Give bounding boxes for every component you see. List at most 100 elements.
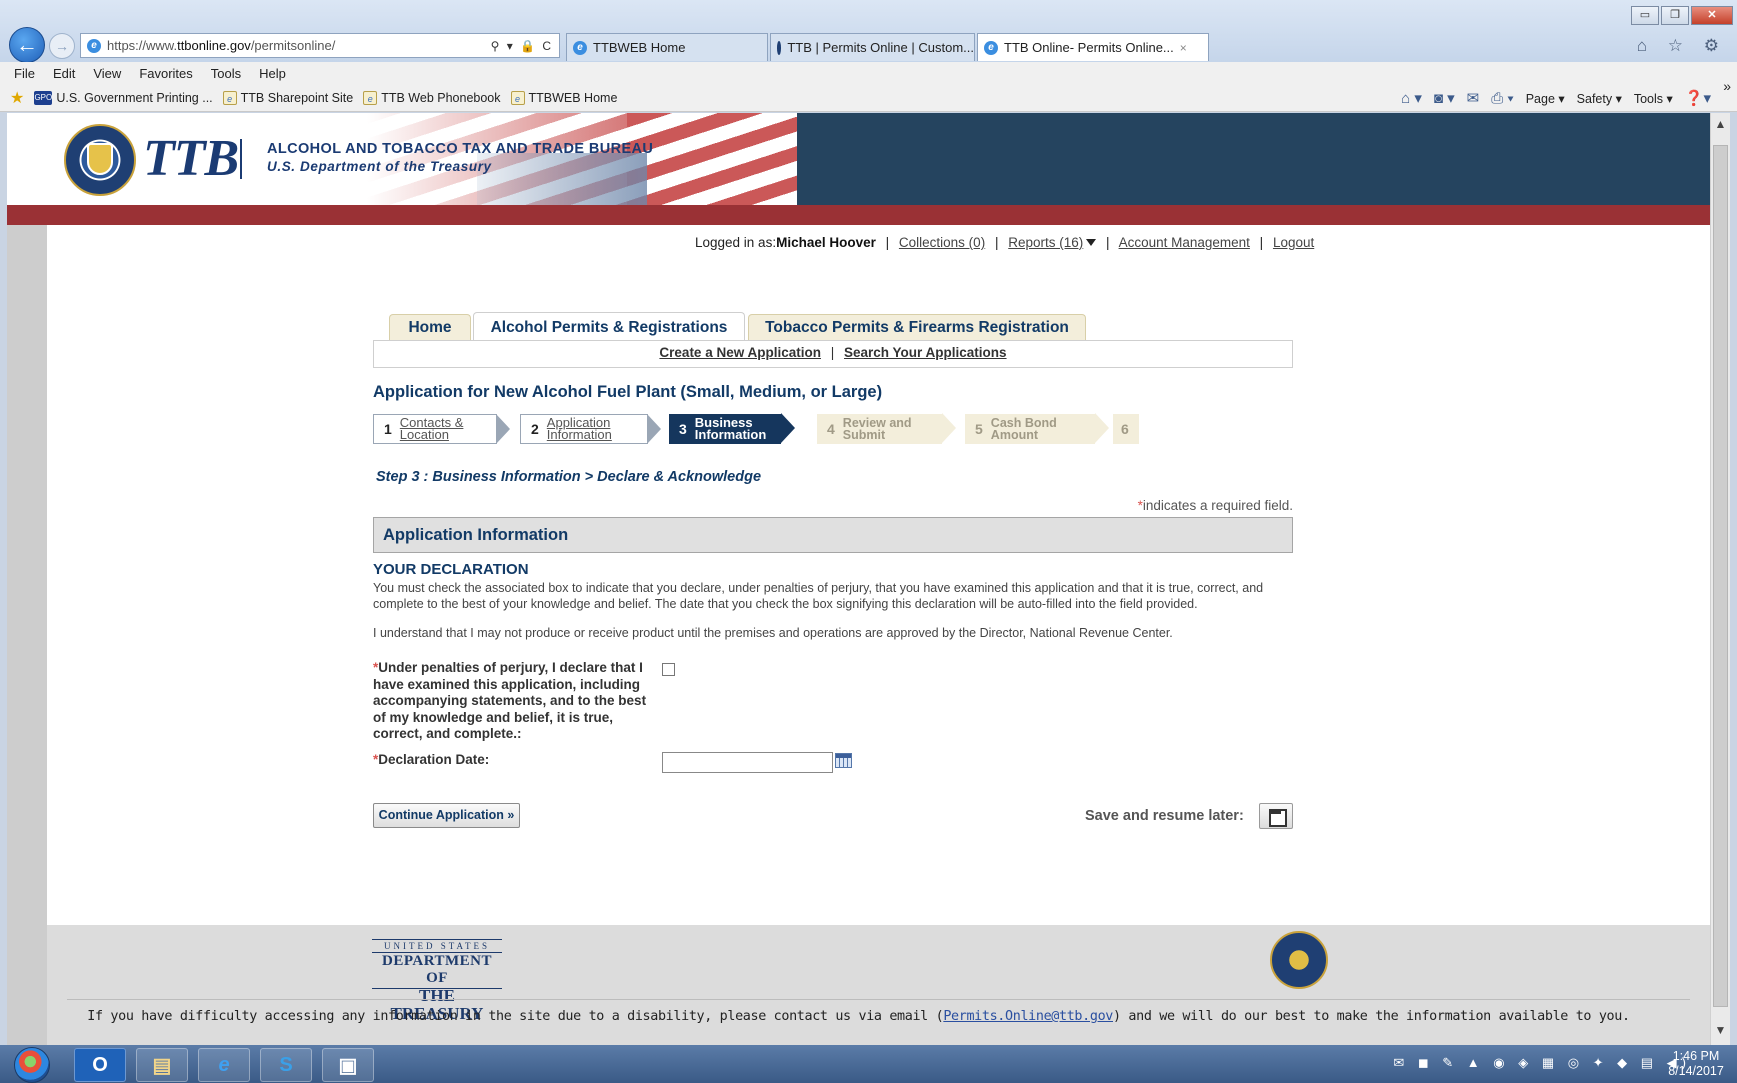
step-label: Contacts & Location — [399, 415, 464, 442]
chevron-up-icon[interactable]: ▲ — [1711, 117, 1730, 137]
menu-tools-command[interactable]: Tools ▾ — [1634, 91, 1673, 106]
step-6: 6 — [1113, 414, 1139, 444]
tab-tobacco-permits[interactable]: Tobacco Permits & Firearms Registration — [748, 314, 1086, 340]
feeds-icon[interactable]: ◙ ▾ — [1434, 89, 1455, 107]
favorite-ttb-phonebook[interactable]: e TTB Web Phonebook — [363, 90, 501, 105]
step-arrow — [1095, 413, 1109, 443]
step-number: 2 — [531, 421, 539, 437]
declaration-date-label: *Declaration Date: — [373, 752, 489, 769]
menu-safety[interactable]: Safety ▾ — [1577, 91, 1622, 106]
address-actions-icons[interactable]: ⚲ ▾ 🔒 C — [491, 39, 559, 53]
internet-explorer-taskbar-icon[interactable]: e — [198, 1048, 250, 1082]
favorites-star-icon[interactable]: ★ — [10, 88, 24, 108]
maximize-button[interactable]: ❐ — [1661, 6, 1689, 25]
tab-home[interactable]: Home — [389, 314, 471, 340]
outlook-taskbar-icon[interactable]: O — [74, 1048, 126, 1082]
separator: | — [994, 235, 999, 250]
step-2-application-information[interactable]: 2 Application Information — [520, 414, 661, 444]
menu-favorites[interactable]: Favorites — [139, 66, 192, 81]
system-clock[interactable]: 1:46 PM 8/14/2017 — [1661, 1049, 1731, 1079]
left-gutter — [7, 225, 47, 1045]
menu-view[interactable]: View — [93, 66, 121, 81]
window-controls: ▭ ❐ ✕ — [1631, 6, 1733, 25]
separator: | — [830, 345, 835, 360]
account-management-link[interactable]: Account Management — [1119, 235, 1250, 250]
tab-label: TTB Online- Permits Online... — [1004, 40, 1174, 55]
menu-help[interactable]: Help — [259, 66, 286, 81]
menu-file[interactable]: File — [14, 66, 35, 81]
page-footer — [47, 925, 1710, 1045]
ie-page-icon: e — [510, 90, 525, 105]
step-arrow — [781, 413, 795, 443]
minimize-button[interactable]: ▭ — [1631, 6, 1659, 25]
favorite-ttbweb-home[interactable]: e TTBWEB Home — [510, 90, 617, 105]
menu-tools[interactable]: Tools — [211, 66, 241, 81]
arrow-left-icon: ← — [16, 32, 38, 57]
file-explorer-taskbar-icon[interactable]: ▤ — [136, 1048, 188, 1082]
tab-ttbweb-home[interactable]: e TTBWEB Home — [566, 33, 768, 61]
email-link[interactable]: Permits.Online@ttb.gov — [943, 1009, 1113, 1024]
back-button[interactable]: ← — [9, 27, 45, 63]
print-icon[interactable]: ⎙ ▾ — [1491, 90, 1513, 107]
home-favorites-settings-icons[interactable]: ⌂ ☆ ⚙ — [1637, 36, 1727, 56]
treasury-logo[interactable]: UNITED STATES DEPARTMENT OF THE TREASURY — [372, 939, 502, 1023]
step-number: 4 — [827, 421, 835, 437]
department-name: U.S. Department of the Treasury — [267, 159, 492, 174]
step-arrow — [647, 414, 661, 444]
tab-ttb-permits-custom[interactable]: TTB | Permits Online | Custom... — [770, 33, 975, 61]
reports-link[interactable]: Reports (16) — [1008, 235, 1083, 250]
calendar-icon[interactable] — [835, 753, 852, 768]
step-3-business-information: 3 Business Information — [669, 413, 795, 444]
app-window-taskbar-icon[interactable]: ▣ — [322, 1048, 374, 1082]
menu-edit[interactable]: Edit — [53, 66, 75, 81]
vertical-scrollbar[interactable]: ▲ ▼ — [1710, 113, 1730, 1045]
ie-tab-icon: e — [573, 40, 587, 55]
home-icon[interactable]: ⌂ ▾ — [1401, 89, 1422, 107]
system-tray-icons[interactable]: ✉ ◼ ✎ ▲ ◉ ◈ ▦ ◎ ✦ ◆ ▤ ◀) — [1393, 1055, 1691, 1071]
ie-tab-icon: e — [984, 40, 998, 55]
forward-button[interactable]: → — [49, 33, 75, 59]
required-note-text: indicates a required field. — [1142, 498, 1293, 513]
collections-link[interactable]: Collections (0) — [899, 235, 985, 250]
address-bar[interactable]: e https://www.ttbonline.gov/permitsonlin… — [80, 33, 560, 58]
declaration-date-field[interactable] — [662, 752, 833, 773]
tab-alcohol-permits[interactable]: Alcohol Permits & Registrations — [473, 312, 745, 342]
tab-label: TTB | Permits Online | Custom... — [787, 40, 974, 55]
favorite-gpo[interactable]: GPO U.S. Government Printing ... — [34, 90, 213, 105]
search-applications-link[interactable]: Search Your Applications — [844, 345, 1007, 360]
address-url: https://www.ttbonline.gov/permitsonline/ — [107, 38, 336, 53]
bureau-name: ALCOHOL AND TOBACCO TAX AND TRADE BUREAU — [267, 141, 654, 157]
mail-icon[interactable]: ✉ — [1467, 89, 1480, 107]
ttb-logo-text[interactable]: TTB — [143, 129, 239, 188]
close-tab-icon[interactable]: × — [1180, 41, 1187, 55]
page-title: Application for New Alcohol Fuel Plant (… — [373, 383, 883, 401]
chevron-down-icon[interactable]: ▼ — [1711, 1023, 1730, 1043]
logo-area: TTB ALCOHOL AND TOBACCO TAX AND TRADE BU… — [7, 113, 797, 205]
skype-taskbar-icon[interactable]: S — [260, 1048, 312, 1082]
create-application-link[interactable]: Create a New Application — [659, 345, 821, 360]
tab-ttb-online-permits[interactable]: e TTB Online- Permits Online... × — [977, 33, 1209, 61]
save-resume-button[interactable] — [1259, 803, 1293, 829]
step-5-cash-bond-amount: 5 Cash Bond Amount — [965, 413, 1109, 444]
treasury-logo-line1: UNITED STATES — [372, 940, 502, 953]
declaration-checkbox[interactable] — [662, 663, 675, 676]
declaration-checkbox-label: *Under penalties of perjury, I declare t… — [373, 660, 658, 743]
menu-page[interactable]: Page ▾ — [1526, 91, 1565, 106]
separator: | — [885, 235, 890, 250]
arrow-right-icon: → — [55, 38, 69, 54]
close-window-button[interactable]: ✕ — [1691, 6, 1733, 25]
favorite-ttb-sharepoint[interactable]: e TTB Sharepoint Site — [222, 90, 353, 105]
help-icon[interactable]: ❓▾ — [1685, 89, 1711, 107]
step-1-contacts-location[interactable]: 1 Contacts & Location — [373, 414, 510, 444]
chevron-right-icon[interactable]: » — [1723, 78, 1731, 94]
user-bar: Logged in as:Michael Hoover | Collection… — [695, 235, 1314, 250]
tab-label: TTBWEB Home — [593, 40, 686, 55]
scrollbar-thumb[interactable] — [1713, 145, 1728, 1007]
logout-link[interactable]: Logout — [1273, 235, 1314, 250]
flag-canton — [477, 153, 647, 205]
start-button[interactable] — [14, 1047, 50, 1083]
section-header: Application Information — [373, 517, 1293, 553]
continue-application-button[interactable]: Continue Application » — [373, 803, 520, 828]
caret-down-icon[interactable] — [1086, 239, 1097, 246]
ie-page-icon: e — [87, 38, 101, 53]
